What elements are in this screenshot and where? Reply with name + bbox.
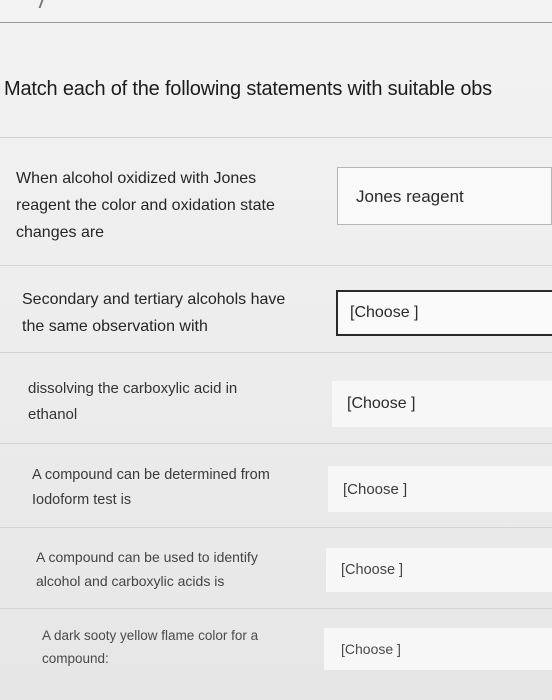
statement-6-line-2: compound: [42, 651, 109, 666]
statement-6-line-1: A dark sooty yellow flame color for a [42, 628, 259, 643]
question-prompt: Match each of the following statements w… [4, 78, 492, 100]
answer-select-5[interactable]: [Choose ] [326, 548, 552, 592]
statement-3: dissolving the carboxylic acid in ethano… [28, 376, 237, 428]
answer-select-3[interactable]: [Choose ] [332, 381, 552, 427]
statement-5: A compound can be used to identify alcoh… [36, 545, 258, 593]
answer-select-3-value: [Choose ] [347, 395, 416, 412]
statement-1-line-3: changes are [16, 224, 105, 241]
answer-select-2[interactable]: [Choose ] [336, 290, 552, 336]
statement-5-line-1: A compound can be used to identify [36, 549, 258, 565]
statement-2: Secondary and tertiary alcohols have the… [22, 286, 285, 340]
statement-3-line-1: dissolving the carboxylic acid in [28, 380, 238, 397]
statement-1-line-2: reagent the color and oxidation state [16, 197, 275, 214]
statement-1: When alcohol oxidized with Jones reagent… [16, 165, 275, 246]
answer-select-4[interactable]: [Choose ] [328, 466, 552, 512]
statement-4: A compound can be determined from Iodofo… [32, 463, 270, 513]
answer-select-4-value: [Choose ] [343, 480, 408, 498]
answer-select-6[interactable]: [Choose ] [324, 628, 552, 670]
answer-select-1-value: Jones reagent [356, 187, 464, 206]
statement-3-line-2: ethanol [28, 406, 78, 423]
top-divider [0, 22, 552, 23]
statement-1-line-1: When alcohol oxidized with Jones [16, 170, 257, 187]
row-divider-4 [0, 527, 552, 528]
answer-select-1[interactable]: Jones reagent [337, 167, 552, 225]
row-divider-5 [0, 608, 552, 609]
statement-6: A dark sooty yellow flame color for a co… [42, 624, 258, 670]
row-divider-2 [0, 352, 552, 353]
answer-select-6-value: [Choose ] [341, 641, 401, 657]
statement-2-line-2: the same observation with [22, 318, 208, 335]
statement-4-line-2: Iodoform test is [32, 492, 132, 508]
prompt-divider [0, 137, 552, 138]
answer-select-2-value: [Choose ] [350, 304, 419, 321]
top-edge-mark [38, 0, 44, 8]
statement-5-line-2: alcohol and carboxylic acids is [36, 573, 225, 589]
row-divider-1 [0, 265, 552, 266]
row-divider-3 [0, 443, 552, 444]
statement-2-line-1: Secondary and tertiary alcohols have [22, 291, 286, 308]
answer-select-5-value: [Choose ] [341, 562, 404, 578]
statement-4-line-1: A compound can be determined from [32, 467, 270, 483]
